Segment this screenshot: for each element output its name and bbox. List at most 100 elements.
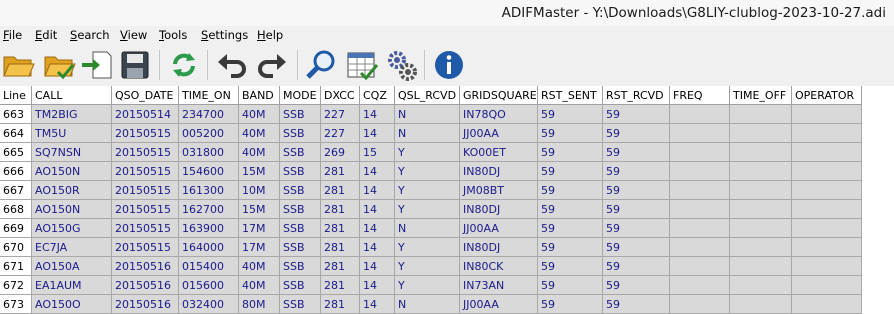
table-cell-mode[interactable]: SSB [280,257,321,276]
table-cell-qsl_rcvd[interactable]: Y [395,238,460,257]
table-cell-gridsquare[interactable]: IN80DJ [460,200,538,219]
table-cell-freq[interactable] [670,276,730,295]
table-cell-rst_rcvd[interactable]: 59 [603,200,670,219]
table-cell-band[interactable]: 10M [239,181,280,200]
table-cell-qsl_rcvd[interactable]: Y [395,257,460,276]
open-verified-button[interactable] [42,48,76,82]
table-cell-rst_sent[interactable]: 59 [538,295,603,314]
table-cell-qsl_rcvd[interactable]: N [395,295,460,314]
column-header-freq[interactable]: FREQ [670,86,730,105]
table-cell-mode[interactable]: SSB [280,105,321,124]
table-cell-freq[interactable] [670,162,730,181]
table-cell-time_off[interactable] [730,295,792,314]
table-cell-gridsquare[interactable]: IN80CK [460,257,538,276]
row-line-number[interactable]: 663 [0,105,32,124]
table-cell-operator[interactable] [792,257,862,276]
table-cell-rst_sent[interactable]: 59 [538,200,603,219]
table-cell-operator[interactable] [792,162,862,181]
row-line-number[interactable]: 668 [0,200,32,219]
table-cell-cqz[interactable]: 14 [360,105,395,124]
row-line-number[interactable]: 666 [0,162,32,181]
table-cell-qso_date[interactable]: 20150515 [112,200,179,219]
table-cell-band[interactable]: 80M [239,295,280,314]
row-line-number[interactable]: 673 [0,295,32,314]
table-cell-dxcc[interactable]: 281 [321,238,360,257]
table-cell-rst_rcvd[interactable]: 59 [603,219,670,238]
table-cell-time_off[interactable] [730,257,792,276]
menu-item-edit[interactable]: Edit [35,28,57,42]
table-cell-operator[interactable] [792,295,862,314]
menu-item-help[interactable]: Help [257,28,283,42]
table-cell-band[interactable]: 40M [239,143,280,162]
table-cell-band[interactable]: 40M [239,276,280,295]
table-cell-time_on[interactable]: 005200 [179,124,239,143]
table-cell-gridsquare[interactable]: JJ00AA [460,124,538,143]
table-cell-qsl_rcvd[interactable]: Y [395,276,460,295]
table-cell-cqz[interactable]: 14 [360,238,395,257]
table-cell-qsl_rcvd[interactable]: Y [395,181,460,200]
table-cell-time_off[interactable] [730,238,792,257]
table-cell-mode[interactable]: SSB [280,181,321,200]
table-cell-qsl_rcvd[interactable]: Y [395,162,460,181]
table-cell-qso_date[interactable]: 20150515 [112,124,179,143]
table-cell-rst_sent[interactable]: 59 [538,105,603,124]
table-cell-rst_sent[interactable]: 59 [538,124,603,143]
table-cell-dxcc[interactable]: 269 [321,143,360,162]
column-header-dxcc[interactable]: DXCC [321,86,360,105]
column-header-qso_date[interactable]: QSO_DATE [112,86,179,105]
table-cell-mode[interactable]: SSB [280,219,321,238]
table-cell-rst_rcvd[interactable]: 59 [603,105,670,124]
table-cell-dxcc[interactable]: 281 [321,200,360,219]
table-cell-rst_rcvd[interactable]: 59 [603,124,670,143]
table-cell-qsl_rcvd[interactable]: N [395,105,460,124]
open-folder-button[interactable] [1,48,35,82]
table-cell-gridsquare[interactable]: JM08BT [460,181,538,200]
table-cell-time_off[interactable] [730,276,792,295]
table-cell-dxcc[interactable]: 227 [321,124,360,143]
search-button[interactable] [304,48,338,82]
table-cell-rst_rcvd[interactable]: 59 [603,257,670,276]
table-cell-mode[interactable]: SSB [280,276,321,295]
table-cell-gridsquare[interactable]: KO00ET [460,143,538,162]
info-button[interactable] [432,48,466,82]
table-cell-cqz[interactable]: 14 [360,257,395,276]
table-cell-time_off[interactable] [730,105,792,124]
column-header-operator[interactable]: OPERATOR [792,86,862,105]
menu-item-settings[interactable]: Settings [201,28,248,42]
table-cell-dxcc[interactable]: 281 [321,295,360,314]
table-cell-call[interactable]: EC7JA [32,238,112,257]
row-line-number[interactable]: 669 [0,219,32,238]
table-cell-time_on[interactable]: 015600 [179,276,239,295]
table-cell-dxcc[interactable]: 281 [321,162,360,181]
table-cell-rst_sent[interactable]: 59 [538,162,603,181]
table-cell-freq[interactable] [670,257,730,276]
table-cell-band[interactable]: 40M [239,124,280,143]
column-header-mode[interactable]: MODE [280,86,321,105]
table-cell-operator[interactable] [792,238,862,257]
table-cell-call[interactable]: AO150A [32,257,112,276]
table-cell-qso_date[interactable]: 20150516 [112,257,179,276]
table-cell-rst_rcvd[interactable]: 59 [603,295,670,314]
table-cell-time_on[interactable]: 032400 [179,295,239,314]
row-line-number[interactable]: 671 [0,257,32,276]
table-cell-qso_date[interactable]: 20150516 [112,295,179,314]
column-header-gridsquare[interactable]: GRIDSQUARE [460,86,538,105]
table-cell-qso_date[interactable]: 20150514 [112,105,179,124]
table-cell-qso_date[interactable]: 20150515 [112,162,179,181]
table-cell-rst_rcvd[interactable]: 59 [603,276,670,295]
table-cell-cqz[interactable]: 14 [360,162,395,181]
row-line-number[interactable]: 672 [0,276,32,295]
table-cell-operator[interactable] [792,143,862,162]
table-cell-rst_sent[interactable]: 59 [538,257,603,276]
settings-gears-button[interactable] [385,48,419,82]
table-cell-cqz[interactable]: 14 [360,124,395,143]
table-cell-time_off[interactable] [730,219,792,238]
table-cell-rst_sent[interactable]: 59 [538,181,603,200]
table-cell-call[interactable]: AO150O [32,295,112,314]
table-cell-time_on[interactable]: 164000 [179,238,239,257]
table-cell-operator[interactable] [792,105,862,124]
table-cell-mode[interactable]: SSB [280,295,321,314]
column-header-qsl_rcvd[interactable]: QSL_RCVD [395,86,460,105]
save-disk-button[interactable] [118,48,152,82]
table-cell-rst_sent[interactable]: 59 [538,238,603,257]
